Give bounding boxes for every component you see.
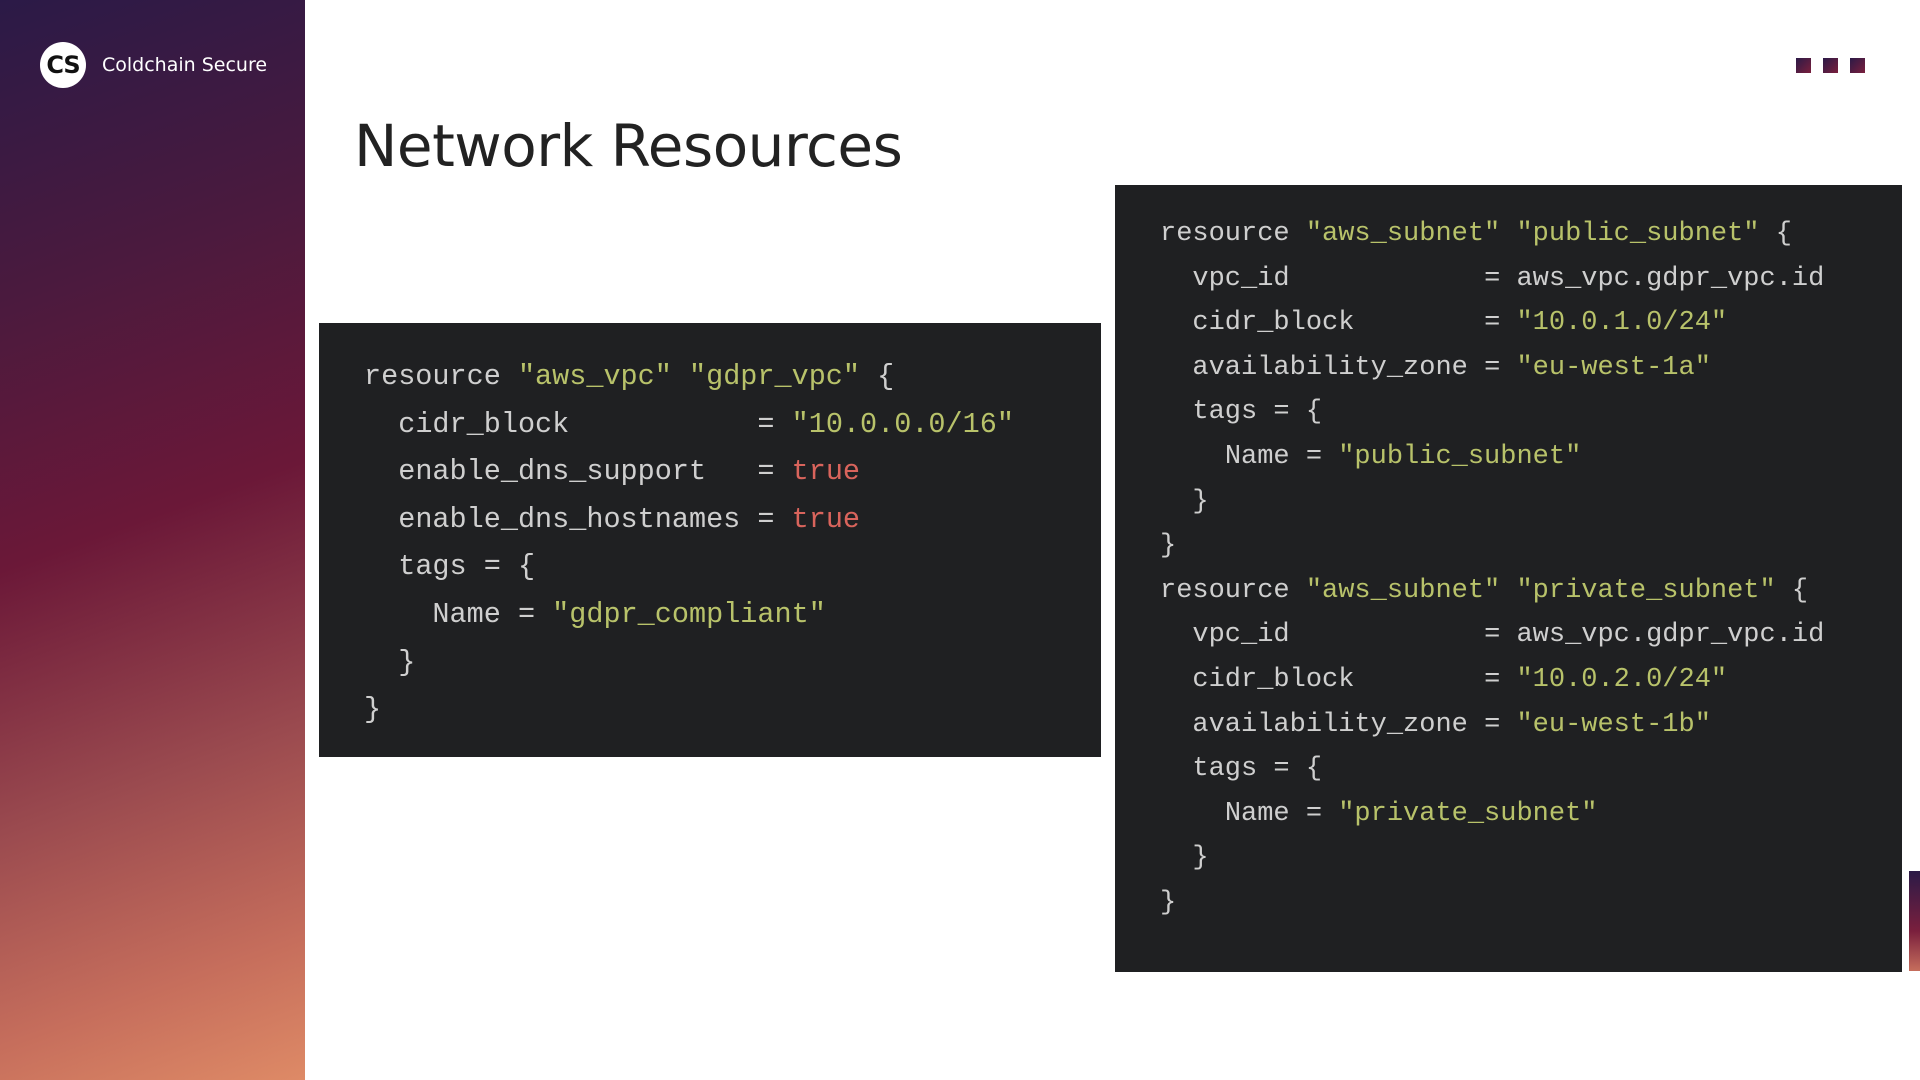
code-string: "public_subnet": [1338, 441, 1582, 472]
square-icon: [1823, 58, 1838, 73]
brand[interactable]: CS Coldchain Secure: [40, 42, 267, 88]
slide: CS Coldchain Secure Network Resources re…: [0, 0, 1920, 1080]
code-key: enable_dns_support: [398, 455, 707, 489]
square-icon: [1796, 58, 1811, 73]
code-string: "10.0.2.0/24": [1516, 664, 1728, 695]
code-keyword: resource: [1160, 219, 1290, 249]
code-brace: }: [1160, 887, 1177, 918]
edge-accent-bar: [1909, 871, 1920, 971]
code-string: "private_subnet": [1338, 798, 1598, 829]
code-operator: =: [1305, 441, 1323, 472]
brand-name: Coldchain Secure: [102, 54, 268, 76]
code-string: "gdpr_vpc": [688, 360, 861, 393]
code-operator: =: [517, 597, 536, 631]
code-key: vpc_id: [1192, 620, 1290, 651]
code-keyword: resource: [1160, 575, 1290, 606]
code-operator: =: [1484, 709, 1501, 740]
code-key: Name: [1224, 441, 1290, 472]
code-brace: {: [1775, 219, 1792, 249]
code-operator: =: [1484, 664, 1501, 695]
sidebar: CS Coldchain Secure: [0, 0, 305, 1080]
code-listing: resource "aws_subnet" "public_subnet" { …: [1160, 212, 1902, 926]
brand-logo-icon: CS: [40, 42, 86, 88]
code-string: "public_subnet": [1516, 219, 1760, 249]
code-listing: resource "aws_vpc" "gdpr_vpc" { cidr_blo…: [364, 353, 1101, 734]
code-operator: =: [1484, 308, 1501, 339]
code-operator: =: [1273, 754, 1290, 785]
code-boolean: true: [791, 455, 861, 489]
code-string: "private_subnet": [1516, 575, 1776, 606]
code-operator: =: [757, 502, 775, 536]
code-string: "10.0.0.0/16": [791, 407, 1014, 441]
code-brace: }: [1160, 531, 1177, 562]
code-operator: =: [1484, 263, 1501, 294]
code-string: "gdpr_compliant": [552, 597, 826, 631]
code-boolean: true: [791, 502, 861, 536]
decorative-squares: [1796, 58, 1865, 73]
vpc-code-block: resource "aws_vpc" "gdpr_vpc" { cidr_blo…: [319, 323, 1101, 757]
code-brace: }: [1192, 486, 1209, 517]
code-keyword: resource: [364, 360, 501, 393]
code-string: "aws_subnet": [1305, 575, 1501, 606]
square-icon: [1850, 58, 1865, 73]
code-operator: =: [1273, 397, 1290, 428]
code-brace: }: [364, 693, 382, 727]
code-key: cidr_block: [398, 407, 570, 441]
code-key: tags: [1192, 397, 1258, 428]
code-key: cidr_block: [1192, 664, 1355, 695]
code-brace: {: [517, 550, 536, 584]
code-value: aws_vpc.gdpr_vpc.id: [1516, 263, 1825, 294]
code-string: "10.0.1.0/24": [1516, 308, 1728, 339]
code-brace: {: [1305, 397, 1323, 428]
code-operator: =: [1305, 798, 1323, 829]
code-string: "aws_vpc": [517, 360, 672, 393]
page-title: Network Resources: [354, 112, 903, 180]
code-brace: {: [1791, 575, 1809, 606]
code-operator: =: [1484, 620, 1501, 651]
code-string: "eu-west-1a": [1516, 352, 1711, 383]
code-operator: =: [757, 407, 775, 441]
code-brace: }: [1192, 843, 1209, 874]
code-key: availability_zone: [1192, 709, 1468, 740]
code-key: Name: [432, 597, 501, 631]
code-string: "aws_subnet": [1305, 219, 1501, 249]
code-brace: {: [877, 360, 895, 393]
code-operator: =: [483, 550, 501, 584]
code-key: tags: [398, 550, 467, 584]
code-string: "eu-west-1b": [1516, 709, 1711, 740]
code-key: cidr_block: [1192, 308, 1355, 339]
code-brace: {: [1305, 754, 1323, 785]
code-key: Name: [1224, 798, 1290, 829]
code-value: aws_vpc.gdpr_vpc.id: [1516, 620, 1825, 651]
code-brace: }: [398, 645, 416, 679]
code-operator: =: [1484, 352, 1501, 383]
code-key: enable_dns_hostnames: [398, 502, 741, 536]
code-key: vpc_id: [1192, 263, 1290, 294]
code-key: availability_zone: [1192, 352, 1468, 383]
subnet-code-block: resource "aws_subnet" "public_subnet" { …: [1115, 185, 1902, 972]
code-operator: =: [757, 455, 775, 489]
code-key: tags: [1192, 754, 1258, 785]
